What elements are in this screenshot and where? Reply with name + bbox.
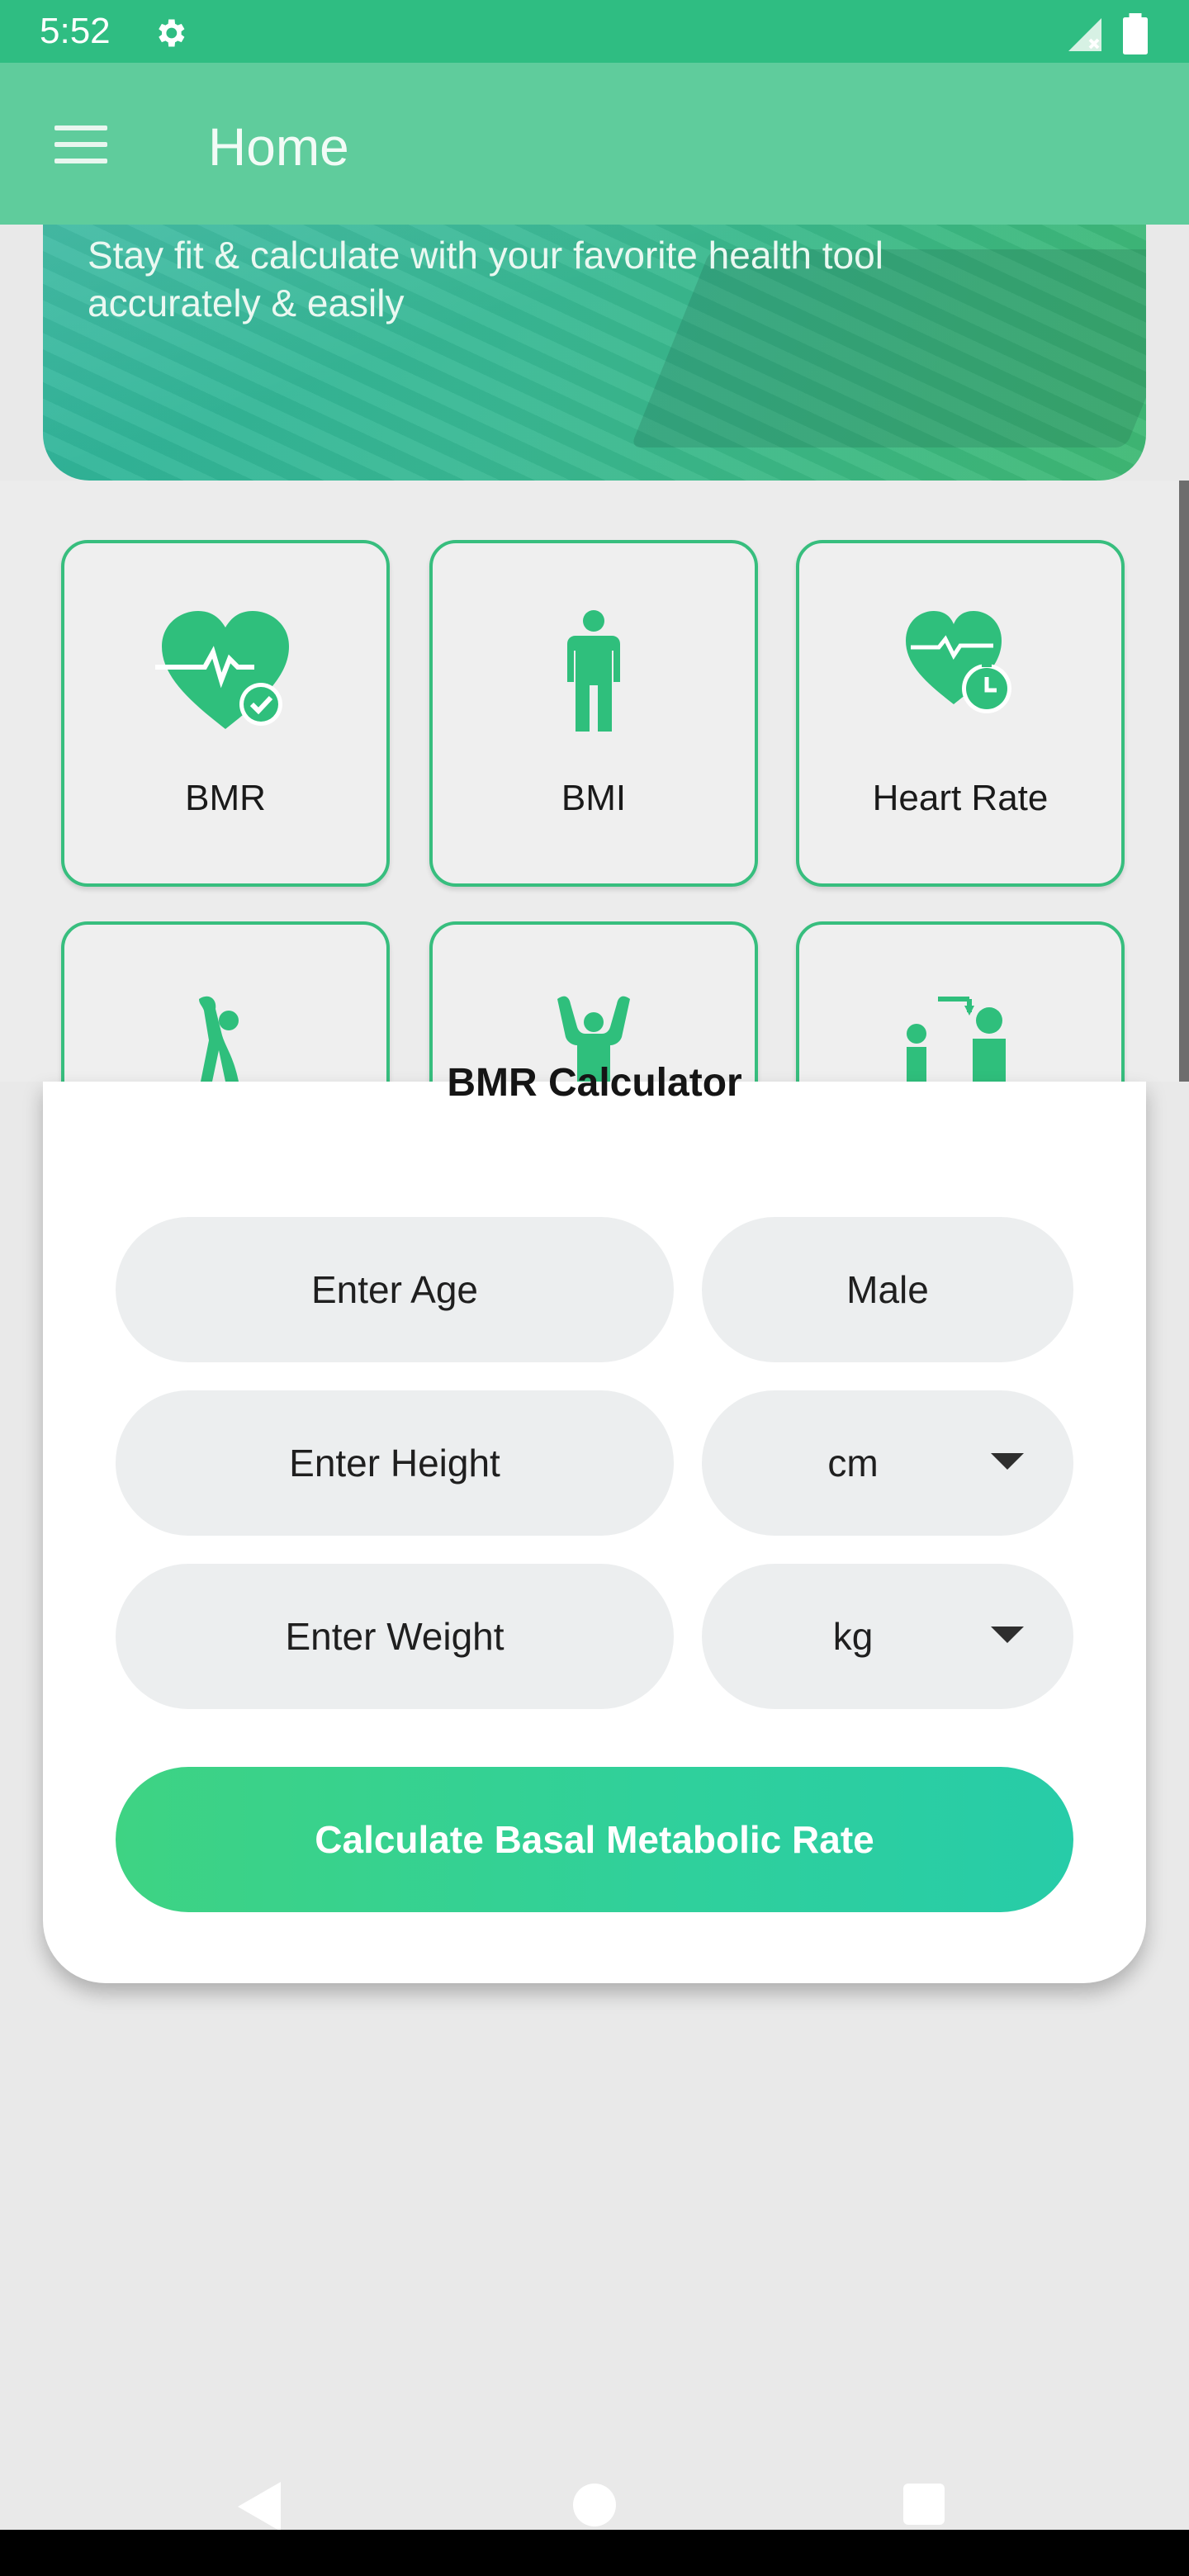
page-title: Home <box>208 117 349 177</box>
nav-back-icon[interactable] <box>238 2482 281 2531</box>
height-placeholder: Enter Height <box>289 1442 500 1485</box>
app-bar <box>0 63 1189 225</box>
chevron-down-icon <box>991 1627 1024 1643</box>
weight-placeholder: Enter Weight <box>285 1615 504 1658</box>
age-input[interactable]: Enter Age <box>116 1217 674 1362</box>
tool-card-bmi[interactable]: BMI <box>429 540 758 887</box>
battery-icon <box>1123 13 1148 54</box>
status-time: 5:52 <box>40 11 111 51</box>
weight-input[interactable]: Enter Weight <box>116 1564 674 1709</box>
tools-grid: BMR BMI Heart Rate <box>0 481 1179 1268</box>
nav-home-icon[interactable] <box>573 2484 616 2526</box>
nav-recents-icon[interactable] <box>903 2484 945 2525</box>
weight-unit-value: kg <box>832 1615 874 1658</box>
tool-label: Heart Rate <box>872 778 1049 818</box>
height-unit-dropdown[interactable]: cm <box>702 1390 1073 1536</box>
weight-unit-dropdown[interactable]: kg <box>702 1564 1073 1709</box>
person-icon <box>567 610 620 732</box>
gender-value: Male <box>846 1268 929 1311</box>
height-input[interactable]: Enter Height <box>116 1390 674 1536</box>
heart-check-icon <box>155 611 289 729</box>
system-nav-bar <box>0 2530 1189 2576</box>
heart-timer-icon <box>906 611 1011 713</box>
scrollbar[interactable] <box>1179 481 1189 1082</box>
height-unit-value: cm <box>827 1442 879 1485</box>
tool-label: BMI <box>561 778 627 818</box>
gender-selector[interactable]: Male <box>702 1217 1073 1362</box>
hamburger-icon[interactable] <box>54 125 107 163</box>
calculate-bmr-button[interactable]: Calculate Basal Metabolic Rate <box>116 1767 1073 1912</box>
banner-text: Stay fit & calculate with your favorite … <box>88 234 883 324</box>
tool-card-bmr[interactable]: BMR <box>61 540 390 887</box>
tool-label: BMR <box>185 778 266 818</box>
age-placeholder: Enter Age <box>310 1268 479 1311</box>
calculator-title: BMR Calculator <box>447 1061 742 1105</box>
tool-card-heart-rate[interactable]: Heart Rate <box>796 540 1125 887</box>
settings-gear-icon <box>159 19 185 47</box>
chevron-down-icon <box>991 1453 1024 1470</box>
signal-icon <box>1068 18 1101 51</box>
